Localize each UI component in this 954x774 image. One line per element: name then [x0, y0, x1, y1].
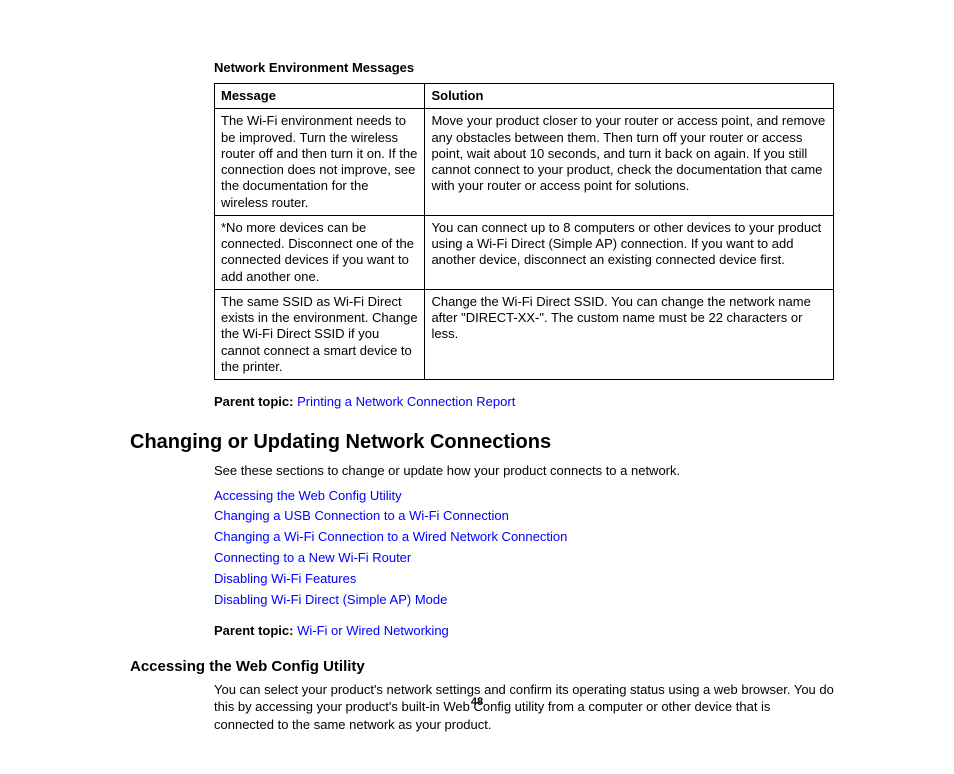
cell-message: The Wi-Fi environment needs to be improv…: [215, 109, 425, 216]
topic-link[interactable]: Changing a Wi-Fi Connection to a Wired N…: [214, 529, 834, 546]
table-row: The Wi-Fi environment needs to be improv…: [215, 109, 834, 216]
network-messages-table: Message Solution The Wi-Fi environment n…: [214, 83, 834, 380]
cell-solution: Move your product closer to your router …: [425, 109, 834, 216]
table-header-row: Message Solution: [215, 84, 834, 109]
parent-topic-label: Parent topic:: [214, 623, 293, 638]
parent-topic: Parent topic: Printing a Network Connect…: [214, 394, 834, 409]
cell-solution: You can connect up to 8 computers or oth…: [425, 215, 834, 289]
table-row: The same SSID as Wi-Fi Direct exists in …: [215, 289, 834, 379]
topic-link[interactable]: Connecting to a New Wi-Fi Router: [214, 550, 834, 567]
parent-topic-label: Parent topic:: [214, 394, 293, 409]
table-row: *No more devices can be connected. Disco…: [215, 215, 834, 289]
section-heading: Changing or Updating Network Connections: [130, 431, 834, 454]
topic-link[interactable]: Changing a USB Connection to a Wi-Fi Con…: [214, 508, 834, 525]
topic-link[interactable]: Disabling Wi-Fi Features: [214, 571, 834, 588]
header-solution: Solution: [425, 84, 834, 109]
cell-solution: Change the Wi-Fi Direct SSID. You can ch…: [425, 289, 834, 379]
section-body: See these sections to change or update h…: [214, 462, 834, 638]
cell-message: The same SSID as Wi-Fi Direct exists in …: [215, 289, 425, 379]
page-number: 48: [0, 696, 954, 708]
topic-link[interactable]: Disabling Wi-Fi Direct (Simple AP) Mode: [214, 592, 834, 609]
topic-link-list: Accessing the Web Config Utility Changin…: [214, 488, 834, 609]
document-page: Network Environment Messages Message Sol…: [0, 0, 954, 774]
table-title: Network Environment Messages: [214, 60, 834, 75]
topic-link[interactable]: Accessing the Web Config Utility: [214, 488, 834, 505]
parent-topic-link[interactable]: Printing a Network Connection Report: [297, 394, 515, 409]
parent-topic-link[interactable]: Wi-Fi or Wired Networking: [297, 623, 449, 638]
table-section: Network Environment Messages Message Sol…: [214, 60, 834, 409]
subsection-heading: Accessing the Web Config Utility: [130, 658, 834, 675]
parent-topic: Parent topic: Wi-Fi or Wired Networking: [214, 623, 834, 638]
section-intro: See these sections to change or update h…: [214, 462, 834, 480]
cell-message: *No more devices can be connected. Disco…: [215, 215, 425, 289]
header-message: Message: [215, 84, 425, 109]
